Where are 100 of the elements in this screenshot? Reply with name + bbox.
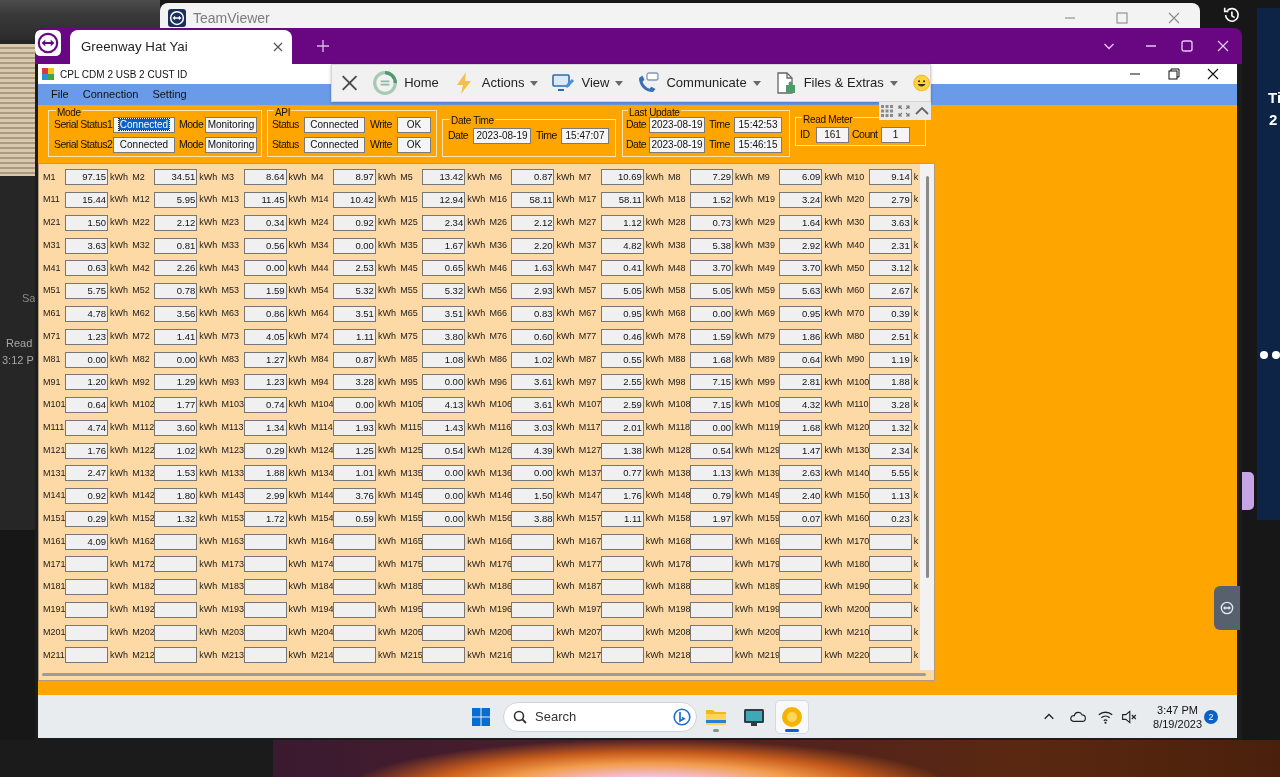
meter-value-field[interactable] bbox=[511, 624, 555, 641]
meter-value-field[interactable]: 3.61 bbox=[511, 374, 555, 391]
meter-value-field[interactable]: 3.61 bbox=[511, 397, 555, 414]
toolbar-button[interactable]: Communicate bbox=[636, 68, 761, 98]
meter-value-field[interactable] bbox=[422, 556, 466, 573]
meter-value-field[interactable]: 0.00 bbox=[511, 465, 555, 482]
meter-value-field[interactable]: 1.11 bbox=[600, 510, 644, 527]
meter-value-field[interactable] bbox=[332, 601, 376, 618]
meter-value-field[interactable]: 0.74 bbox=[243, 397, 287, 414]
meter-value-field[interactable]: 1.20 bbox=[65, 374, 108, 391]
meter-value-field[interactable] bbox=[65, 624, 108, 641]
chevron-up-icon[interactable] bbox=[914, 106, 929, 116]
meter-value-field[interactable]: 1.88 bbox=[243, 465, 287, 482]
meter-value-field[interactable] bbox=[600, 601, 644, 618]
meter-value-field[interactable]: 0.23 bbox=[868, 510, 912, 527]
meter-value-field[interactable]: 1.23 bbox=[65, 328, 108, 345]
meter-value-field[interactable]: 0.55 bbox=[600, 351, 644, 368]
meter-value-field[interactable]: 0.29 bbox=[243, 442, 287, 459]
meter-value-field[interactable]: 3.70 bbox=[779, 260, 823, 277]
meter-value-field[interactable]: 1.32 bbox=[868, 419, 912, 436]
meter-value-field[interactable]: 1.68 bbox=[779, 419, 823, 436]
text-field[interactable]: 2023-08-19 bbox=[649, 117, 705, 133]
meter-value-field[interactable]: 0.00 bbox=[65, 351, 108, 368]
meter-value-field[interactable] bbox=[65, 579, 108, 596]
meter-value-field[interactable]: 3.28 bbox=[868, 397, 912, 414]
text-field[interactable]: Monitoring bbox=[205, 137, 257, 153]
meter-value-field[interactable]: 3.24 bbox=[779, 192, 823, 209]
restore-icon[interactable] bbox=[1168, 68, 1180, 80]
meter-value-field[interactable]: 1.47 bbox=[779, 442, 823, 459]
meter-value-field[interactable]: 2.99 bbox=[243, 488, 287, 505]
meter-value-field[interactable]: 8.97 bbox=[332, 169, 376, 186]
text-field[interactable]: 15:47:07 bbox=[561, 128, 609, 144]
meter-value-field[interactable]: 1.77 bbox=[154, 397, 198, 414]
meter-value-field[interactable]: 0.73 bbox=[690, 214, 734, 231]
menu-item[interactable]: File bbox=[51, 86, 69, 103]
meter-value-field[interactable]: 1.34 bbox=[243, 419, 287, 436]
meter-value-field[interactable]: 0.92 bbox=[332, 214, 376, 231]
meter-value-field[interactable]: 3.51 bbox=[332, 305, 376, 322]
meter-value-field[interactable]: 2.34 bbox=[868, 442, 912, 459]
maximize-icon[interactable] bbox=[1181, 40, 1193, 52]
text-field[interactable]: Connected bbox=[113, 117, 175, 133]
meter-value-field[interactable]: 2.12 bbox=[154, 214, 198, 231]
meter-value-field[interactable]: 5.05 bbox=[600, 283, 644, 300]
meter-value-field[interactable]: 1.53 bbox=[154, 465, 198, 482]
meter-value-field[interactable]: 1.41 bbox=[154, 328, 198, 345]
meter-value-field[interactable]: 9.14 bbox=[868, 169, 912, 186]
meter-value-field[interactable] bbox=[422, 601, 466, 618]
meter-value-field[interactable]: 1.29 bbox=[154, 374, 198, 391]
meter-value-field[interactable]: 5.38 bbox=[690, 237, 734, 254]
meter-value-field[interactable] bbox=[511, 601, 555, 618]
meter-value-field[interactable] bbox=[868, 647, 912, 664]
meter-value-field[interactable]: 5.32 bbox=[332, 283, 376, 300]
meter-value-field[interactable]: 0.39 bbox=[868, 305, 912, 322]
meter-value-field[interactable]: 0.95 bbox=[600, 305, 644, 322]
meter-value-field[interactable]: 1.50 bbox=[511, 488, 555, 505]
meter-value-field[interactable] bbox=[243, 647, 287, 664]
meter-value-field[interactable]: 97.15 bbox=[65, 169, 108, 186]
meter-value-field[interactable]: 0.46 bbox=[600, 328, 644, 345]
meter-value-field[interactable]: 2.63 bbox=[779, 465, 823, 482]
search-field[interactable]: Search bbox=[503, 701, 697, 732]
meter-value-field[interactable]: 0.00 bbox=[243, 260, 287, 277]
meter-value-field[interactable]: 0.95 bbox=[779, 305, 823, 322]
meter-value-field[interactable]: 0.00 bbox=[422, 510, 466, 527]
meter-value-field[interactable]: 0.65 bbox=[422, 260, 466, 277]
meter-value-field[interactable]: 3.60 bbox=[154, 419, 198, 436]
meter-value-field[interactable] bbox=[154, 533, 198, 550]
browser-tab[interactable]: Greenway Hat Yai bbox=[70, 30, 292, 64]
meter-value-field[interactable]: 1.23 bbox=[243, 374, 287, 391]
side-panel-handle[interactable] bbox=[1214, 586, 1240, 630]
meter-value-field[interactable]: 2.93 bbox=[511, 283, 555, 300]
meter-value-field[interactable]: 1.67 bbox=[422, 237, 466, 254]
grid-icon[interactable] bbox=[881, 105, 894, 117]
meter-value-field[interactable]: 1.02 bbox=[511, 351, 555, 368]
meter-value-field[interactable]: 2.20 bbox=[511, 237, 555, 254]
meter-value-field[interactable]: 8.64 bbox=[243, 169, 287, 186]
meter-value-field[interactable]: 7.15 bbox=[690, 374, 734, 391]
meter-value-field[interactable]: 1.76 bbox=[600, 488, 644, 505]
meter-value-field[interactable]: 2.31 bbox=[868, 237, 912, 254]
meter-value-field[interactable]: 1.68 bbox=[690, 351, 734, 368]
meter-value-field[interactable] bbox=[422, 533, 466, 550]
history-icon[interactable] bbox=[1222, 6, 1240, 24]
meter-value-field[interactable]: 5.05 bbox=[690, 283, 734, 300]
meter-value-field[interactable]: 2.81 bbox=[779, 374, 823, 391]
meter-value-field[interactable]: 3.51 bbox=[422, 305, 466, 322]
meter-value-field[interactable]: 0.77 bbox=[600, 465, 644, 482]
meter-value-field[interactable]: 0.87 bbox=[332, 351, 376, 368]
meter-value-field[interactable]: 5.55 bbox=[868, 465, 912, 482]
meter-value-field[interactable]: 10.69 bbox=[600, 169, 644, 186]
muted-speaker-icon[interactable] bbox=[1121, 708, 1138, 725]
meter-value-field[interactable] bbox=[65, 556, 108, 573]
meter-value-field[interactable]: 2.34 bbox=[422, 214, 466, 231]
meter-value-field[interactable]: 4.32 bbox=[779, 397, 823, 414]
meter-value-field[interactable]: 2.01 bbox=[600, 419, 644, 436]
scrollbar-thumb[interactable] bbox=[926, 176, 929, 578]
logo-icon[interactable] bbox=[35, 30, 61, 56]
meter-value-field[interactable]: 5.63 bbox=[779, 283, 823, 300]
fullscreen-icon[interactable] bbox=[898, 105, 910, 117]
meter-value-field[interactable] bbox=[65, 601, 108, 618]
text-field[interactable]: 2023-08-19 bbox=[649, 137, 705, 153]
meter-value-field[interactable] bbox=[243, 601, 287, 618]
